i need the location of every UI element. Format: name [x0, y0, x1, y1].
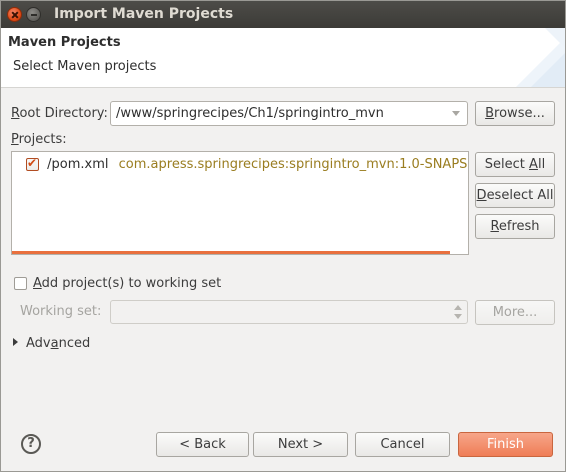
page-description: Select Maven projects: [13, 59, 157, 74]
wizard-banner: Maven Projects Select Maven projects: [1, 28, 565, 88]
spinner-arrows-icon: [453, 304, 463, 320]
chevron-down-icon[interactable]: [445, 102, 467, 125]
close-icon[interactable]: [7, 7, 22, 22]
advanced-expander[interactable]: Advanced: [13, 336, 90, 351]
project-checkbox[interactable]: [26, 156, 39, 171]
cancel-button[interactable]: Cancel: [355, 432, 450, 457]
add-to-working-set-label[interactable]: Add project(s) to working set: [33, 276, 221, 291]
minimize-icon[interactable]: [26, 7, 41, 22]
refresh-button[interactable]: Refresh: [475, 214, 555, 239]
select-all-button[interactable]: Select All: [475, 152, 555, 177]
finish-button[interactable]: Finish: [458, 432, 553, 457]
back-button[interactable]: < Back: [156, 432, 249, 457]
project-path: /pom.xml: [47, 157, 109, 172]
browse-button[interactable]: Browse...: [475, 101, 555, 126]
working-set-combo: [110, 300, 468, 324]
help-icon[interactable]: ?: [21, 434, 41, 454]
import-maven-projects-dialog: Import Maven Projects Maven Projects Sel…: [0, 0, 566, 472]
working-set-label: Working set:: [20, 304, 102, 319]
root-directory-combo[interactable]: /www/springrecipes/Ch1/springintro_mvn: [110, 101, 468, 126]
expand-triangle-icon[interactable]: [13, 338, 18, 346]
projects-label: Projects:: [11, 132, 67, 147]
title-bar[interactable]: Import Maven Projects: [1, 1, 565, 28]
projects-list[interactable]: /pom.xml com.apress.springrecipes:spring…: [11, 151, 469, 255]
add-to-working-set-option[interactable]: Add project(s) to working set: [14, 276, 221, 291]
root-directory-label: Root Directory:: [11, 106, 108, 121]
root-directory-value[interactable]: /www/springrecipes/Ch1/springintro_mvn: [116, 106, 384, 121]
scan-progress-bar: [12, 251, 450, 254]
page-title: Maven Projects: [8, 35, 121, 50]
next-button[interactable]: Next >: [253, 432, 348, 457]
window-title: Import Maven Projects: [54, 6, 234, 22]
more-button: More...: [475, 300, 555, 325]
list-item[interactable]: /pom.xml com.apress.springrecipes:spring…: [26, 156, 469, 172]
add-to-working-set-checkbox[interactable]: [14, 277, 27, 290]
project-artifact: com.apress.springrecipes:springintro_mvn…: [118, 157, 469, 172]
deselect-all-button[interactable]: Deselect All: [475, 183, 555, 208]
wizard-banner-graphic: [516, 28, 565, 87]
